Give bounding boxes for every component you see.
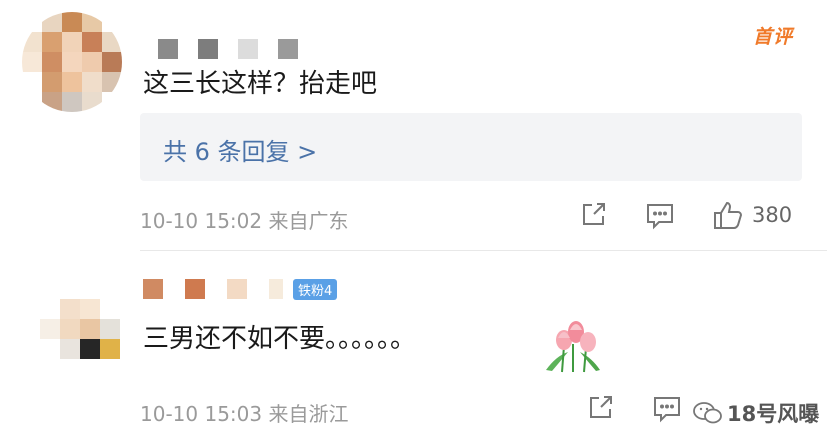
comment-button[interactable]: [652, 394, 682, 424]
watermark: 18号风曝: [693, 398, 819, 428]
location: 来自广东: [268, 209, 349, 233]
comment-list: 首评 这三长这样？抬走吧 共 6 条回复 > 10-10 15:02 来自广东 …: [0, 0, 827, 445]
share-button[interactable]: [586, 394, 614, 422]
replies-label: 共 6 条回复 >: [163, 138, 318, 166]
watermark-text: 18号风曝: [727, 402, 820, 426]
username-redacted[interactable]: [158, 39, 298, 59]
like-icon: [714, 201, 743, 229]
comment-icon: [647, 204, 673, 230]
avatar[interactable]: [22, 12, 122, 112]
username-redacted[interactable]: 铁粉4: [143, 278, 338, 300]
share-icon: [590, 396, 612, 418]
avatar[interactable]: [40, 299, 120, 359]
comment-meta: 10-10 15:02 来自广东: [140, 205, 348, 234]
wechat-icon: [693, 402, 722, 424]
comment-button[interactable]: [645, 201, 675, 231]
fan-level-badge: 铁粉4: [293, 278, 338, 300]
divider: [140, 250, 827, 251]
timestamp: 10-10 15:03: [140, 402, 263, 426]
comment-icon: [654, 397, 680, 423]
location: 来自浙江: [268, 402, 349, 426]
share-button[interactable]: [579, 201, 607, 229]
view-replies-button[interactable]: 共 6 条回复 >: [140, 113, 802, 181]
first-comment-badge: 首评: [752, 26, 793, 48]
like-count: 380: [752, 203, 793, 227]
comment-text: 三男还不如不要。。。。。。: [143, 324, 417, 354]
comment-meta: 10-10 15:03 来自浙江: [140, 398, 348, 427]
comment-text: 这三长这样？抬走吧: [143, 69, 378, 99]
tulip-sticker: [546, 321, 600, 373]
timestamp: 10-10 15:02: [140, 209, 263, 233]
like-button[interactable]: 380: [712, 199, 792, 231]
share-icon: [583, 203, 605, 225]
